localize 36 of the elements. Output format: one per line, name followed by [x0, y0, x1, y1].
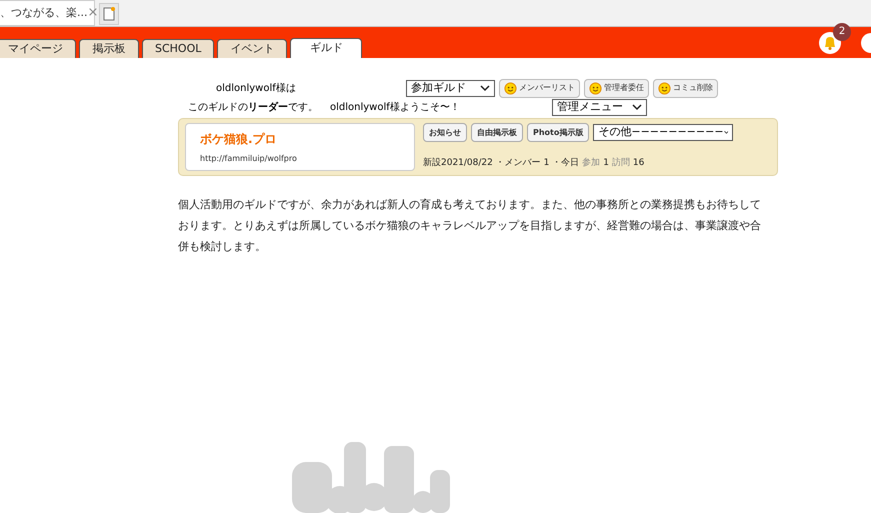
bell-icon: [822, 34, 838, 50]
join-count: 1: [603, 156, 609, 170]
browser-tab[interactable]: 、つながる、楽...×: [0, 0, 95, 26]
welcome-text: oldlonlywolf様ようこそ〜！: [330, 100, 461, 114]
nav-tab[interactable]: SCHOOL: [142, 39, 214, 58]
tab-title: 、つながる、楽...: [0, 4, 88, 21]
action-button[interactable]: メンバーリスト: [499, 78, 580, 98]
guild-stats: 新設2021/08/22 ・メンバー 1 ・今日: [423, 156, 580, 170]
new-tab-button[interactable]: [99, 3, 119, 25]
leader-text: このギルドのリーダーです。: [188, 100, 319, 114]
nav-tab[interactable]: マイページ: [0, 39, 76, 58]
chevron-icon: [480, 84, 490, 92]
user-line: oldlonlywolf様は: [216, 82, 297, 96]
admin-select[interactable]: 管理メニュー: [552, 98, 647, 116]
guild-url: http://fammiluip/wolfpro: [200, 153, 298, 165]
nav-tab[interactable]: ギルド: [290, 38, 362, 58]
nav-tab[interactable]: 掲示板: [79, 39, 139, 58]
chevron-icon: [724, 129, 728, 136]
board-button[interactable]: Photo掲示版: [527, 123, 590, 142]
board-button[interactable]: お知らせ: [423, 123, 467, 142]
smiley-icon: [658, 82, 671, 94]
action-button[interactable]: コミュ削除: [653, 78, 718, 98]
nav-tab[interactable]: イベント: [217, 39, 288, 58]
guild-description: 個人活動用のギルドですが、余力があれば新人の育成も考えております。また、他の事務所との業務提携もお待ちしております。とりあえずは所属しているボケ猫狼のキャラレベルアップを目指しますが、経営難の場合は、事業譲渡や合併も検討します。: [178, 197, 762, 255]
visit-label: 訪問: [612, 156, 630, 170]
new-page-icon: [103, 7, 115, 21]
action-button[interactable]: 管理者委任: [584, 78, 649, 98]
smiley-icon: [589, 82, 602, 94]
other-select[interactable]: その他−−−−−−−−−−: [593, 124, 734, 141]
guild-name: ボケ猫狼.プロ: [200, 131, 278, 148]
chevron-icon: [632, 104, 642, 110]
visit-count: 16: [632, 156, 644, 170]
board-button[interactable]: 自由掲示板: [471, 123, 523, 142]
join-label: 参加: [582, 156, 600, 170]
smiley-icon: [504, 82, 517, 94]
join-select[interactable]: 参加ギルド: [406, 80, 495, 96]
